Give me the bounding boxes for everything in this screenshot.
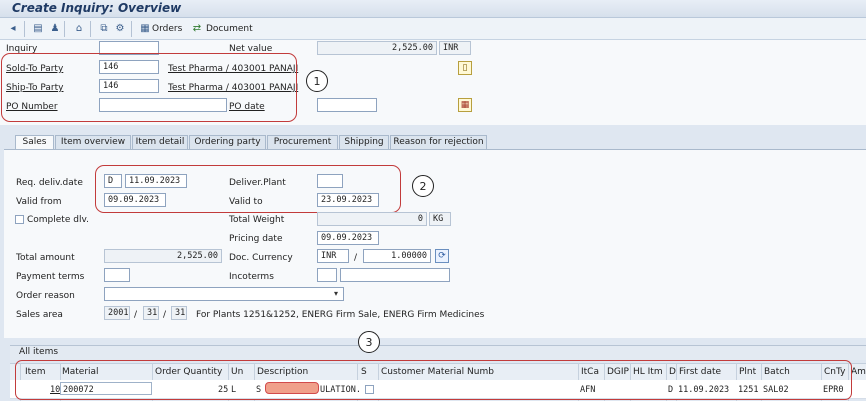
- incoterms-location-field[interactable]: [340, 268, 450, 282]
- copy-icon[interactable]: ⧉: [97, 22, 111, 35]
- net-currency-field: INR: [439, 41, 471, 55]
- valid-from-label: Valid from: [16, 197, 62, 207]
- tab-procurement[interactable]: Procurement: [267, 135, 338, 149]
- complete-dlv-checkbox[interactable]: [15, 215, 24, 224]
- application-toolbar: [0, 18, 866, 40]
- home-icon[interactable]: ⌂: [72, 22, 86, 35]
- order-reason-label: Order reason: [16, 291, 75, 301]
- total-weight-field: 0: [317, 212, 427, 226]
- highlight-box-3: [15, 360, 852, 400]
- sales-area-label: Sales area: [16, 310, 63, 320]
- config-icon[interactable]: ⚙: [113, 22, 127, 35]
- complete-dlv-label: Complete dlv.: [27, 215, 89, 225]
- page-title: Create Inquiry: Overview: [12, 1, 182, 15]
- tab-shipping[interactable]: Shipping: [339, 135, 389, 149]
- column-header-amount[interactable]: Amo: [851, 367, 866, 377]
- dist-channel-field: 31: [143, 306, 159, 320]
- chevron-down-icon[interactable]: ▾: [334, 289, 338, 298]
- total-amount-label: Total amount: [16, 253, 75, 263]
- doc-currency-field[interactable]: INR: [317, 249, 349, 263]
- calendar-icon[interactable]: ▦: [458, 98, 472, 112]
- payment-terms-label: Payment terms: [16, 272, 85, 282]
- total-amount-field: 2,525.00: [104, 249, 222, 263]
- tab-sales[interactable]: Sales: [15, 135, 54, 149]
- all-items-header: [10, 345, 866, 360]
- net-value-field: 2,525.00: [317, 41, 437, 55]
- pricing-date-field[interactable]: 09.09.2023: [317, 231, 379, 245]
- doc-currency-label: Doc. Currency: [229, 253, 293, 263]
- document-button[interactable]: Document: [206, 24, 253, 34]
- document-icon[interactable]: ⇄: [190, 22, 204, 35]
- req-deliv-label: Req. deliv.date: [16, 178, 83, 188]
- sales-org-field: 2001: [104, 306, 130, 320]
- division-field: 31: [171, 306, 187, 320]
- pricing-date-label: Pricing date: [229, 234, 283, 244]
- sales-area-separator: /: [134, 310, 138, 320]
- callout-3: 3: [358, 331, 380, 353]
- title-bar: Create Inquiry: Overview: [0, 0, 866, 18]
- all-items-title: All items: [19, 347, 59, 357]
- toolbar-separator: [64, 21, 65, 37]
- order-reason-dropdown[interactable]: [104, 287, 344, 301]
- tab-reason-for-rejection[interactable]: Reason for rejection: [390, 135, 487, 149]
- tab-item-detail[interactable]: Item detail: [132, 135, 188, 149]
- document-flow-icon[interactable]: ▯: [458, 61, 472, 75]
- payment-terms-field[interactable]: [104, 268, 130, 282]
- orders-button[interactable]: Orders: [152, 24, 182, 34]
- refresh-icon[interactable]: ⟳: [435, 249, 449, 263]
- total-weight-label: Total Weight: [229, 215, 285, 225]
- highlight-box-2: [95, 165, 401, 213]
- toolbar-separator: [131, 21, 132, 37]
- weight-unit-field: KG: [429, 212, 451, 226]
- partner-icon[interactable]: ♟: [48, 22, 62, 35]
- toolbar-separator: [24, 21, 25, 37]
- po-date-field[interactable]: [317, 98, 377, 112]
- callout-2: 2: [412, 175, 434, 197]
- tab-ordering-party[interactable]: Ordering party: [189, 135, 266, 149]
- sales-area-description: For Plants 1251&1252, ENERG Firm Sale, E…: [196, 310, 485, 320]
- incoterms-field[interactable]: [317, 268, 337, 282]
- sales-area-separator: /: [163, 310, 167, 320]
- exchange-rate-field[interactable]: 1.00000: [363, 249, 431, 263]
- incoterms-label: Incoterms: [229, 272, 274, 282]
- toolbar-separator: [90, 21, 91, 37]
- tab-item-overview[interactable]: Item overview: [55, 135, 131, 149]
- back-icon[interactable]: ◂: [6, 22, 20, 35]
- orders-icon[interactable]: ▦: [138, 22, 152, 35]
- callout-1: 1: [306, 70, 328, 92]
- highlight-box-1: [1, 53, 297, 122]
- rate-separator: /: [354, 253, 358, 263]
- header-icon[interactable]: ▤: [31, 22, 45, 35]
